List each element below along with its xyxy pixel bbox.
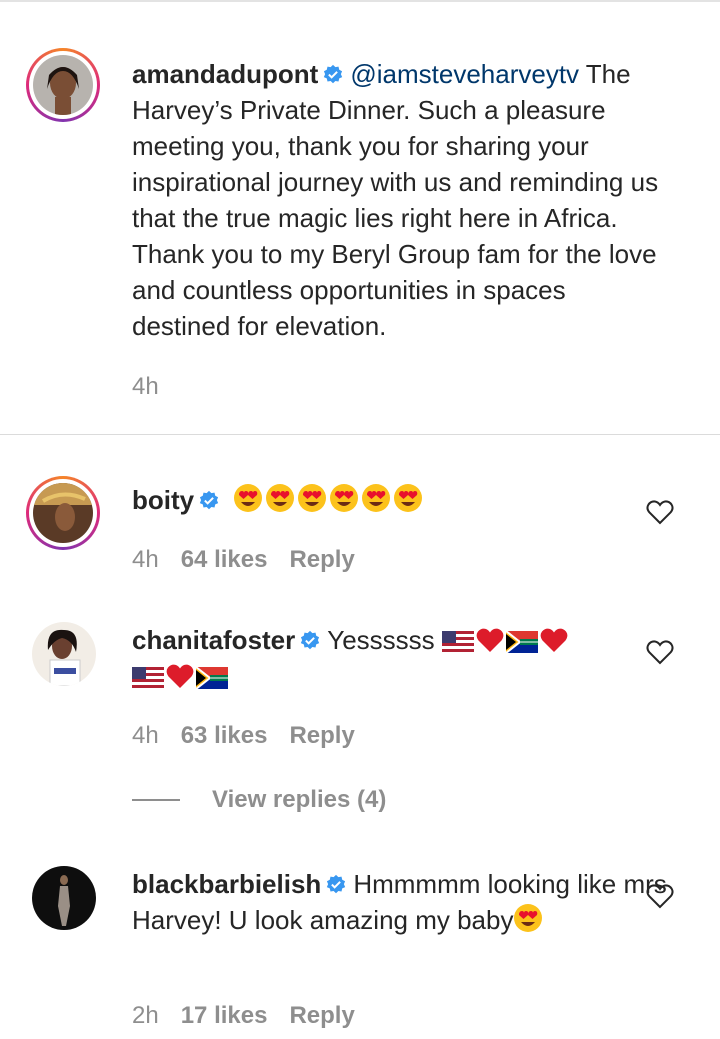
post-caption: amandadupont @iamsteveharveytv The Harvey…: [0, 2, 720, 435]
heart-eyes-emoji: [330, 484, 359, 512]
reply-button[interactable]: Reply: [289, 546, 354, 574]
caption-text: amandadupont @iamsteveharveytv The Harvey…: [132, 56, 667, 344]
avatar[interactable]: [26, 48, 100, 122]
username[interactable]: amandadupont: [132, 59, 318, 89]
timestamp: 2h: [132, 1002, 159, 1029]
username[interactable]: chanitafoster: [132, 625, 295, 655]
emoji-sequence: [226, 484, 425, 515]
heart-eyes-emoji: [514, 904, 543, 932]
red-heart-emoji: [166, 664, 194, 688]
comment-meta: 4h 63 likes Reply: [132, 722, 355, 750]
comment-text: blackbarbielish Hmmmmm looking like mrs H…: [132, 866, 667, 938]
heart-eyes-emoji: [394, 484, 423, 512]
red-heart-emoji: [540, 628, 568, 652]
replies-divider: [132, 799, 180, 801]
likes-count[interactable]: 17 likes: [181, 1002, 268, 1030]
comment-meta: 4h 64 likes Reply: [132, 546, 355, 574]
timestamp: 4h: [132, 546, 159, 573]
mention-link[interactable]: @iamsteveharveytv: [350, 59, 579, 89]
timestamp: 4h: [132, 722, 159, 749]
timestamp: 4h: [132, 373, 159, 400]
reply-button[interactable]: Reply: [289, 1002, 354, 1030]
like-heart-icon[interactable]: [646, 639, 674, 665]
view-replies-label: View replies (4): [212, 786, 387, 813]
comment-text: chanitafoster Yessssss: [132, 622, 667, 694]
heart-eyes-emoji: [266, 484, 295, 512]
us-flag-emoji: [441, 631, 474, 653]
likes-count[interactable]: 63 likes: [181, 722, 268, 750]
heart-eyes-emoji: [362, 484, 391, 512]
view-replies-button[interactable]: View replies (4): [132, 786, 386, 814]
verified-badge-icon: [324, 64, 343, 84]
avatar-image: [33, 55, 93, 115]
comment-meta: 2h 17 likes Reply: [132, 1002, 355, 1030]
avatar[interactable]: [26, 476, 100, 550]
comment-text: boity: [132, 482, 667, 518]
likes-count[interactable]: 64 likes: [181, 546, 268, 574]
avatar[interactable]: [32, 866, 96, 930]
caption-meta: 4h: [132, 373, 159, 401]
username[interactable]: blackbarbielish: [132, 869, 321, 899]
avatar-image: [33, 483, 93, 543]
verified-badge-icon: [301, 630, 320, 650]
like-heart-icon[interactable]: [646, 499, 674, 525]
south-africa-flag-emoji: [196, 667, 228, 689]
comment-body: Yessssss: [327, 625, 435, 655]
red-heart-emoji: [476, 628, 504, 652]
heart-eyes-emoji: [298, 484, 327, 512]
caption-body: The Harvey’s Private Dinner. Such a plea…: [132, 59, 659, 341]
verified-badge-icon: [199, 490, 219, 510]
us-flag-emoji: [132, 667, 164, 689]
reply-button[interactable]: Reply: [289, 722, 354, 750]
avatar[interactable]: [32, 622, 96, 686]
username[interactable]: boity: [132, 485, 194, 515]
south-africa-flag-emoji: [505, 631, 538, 653]
heart-eyes-emoji: [234, 484, 263, 512]
verified-badge-icon: [327, 874, 346, 894]
like-heart-icon[interactable]: [646, 883, 674, 909]
